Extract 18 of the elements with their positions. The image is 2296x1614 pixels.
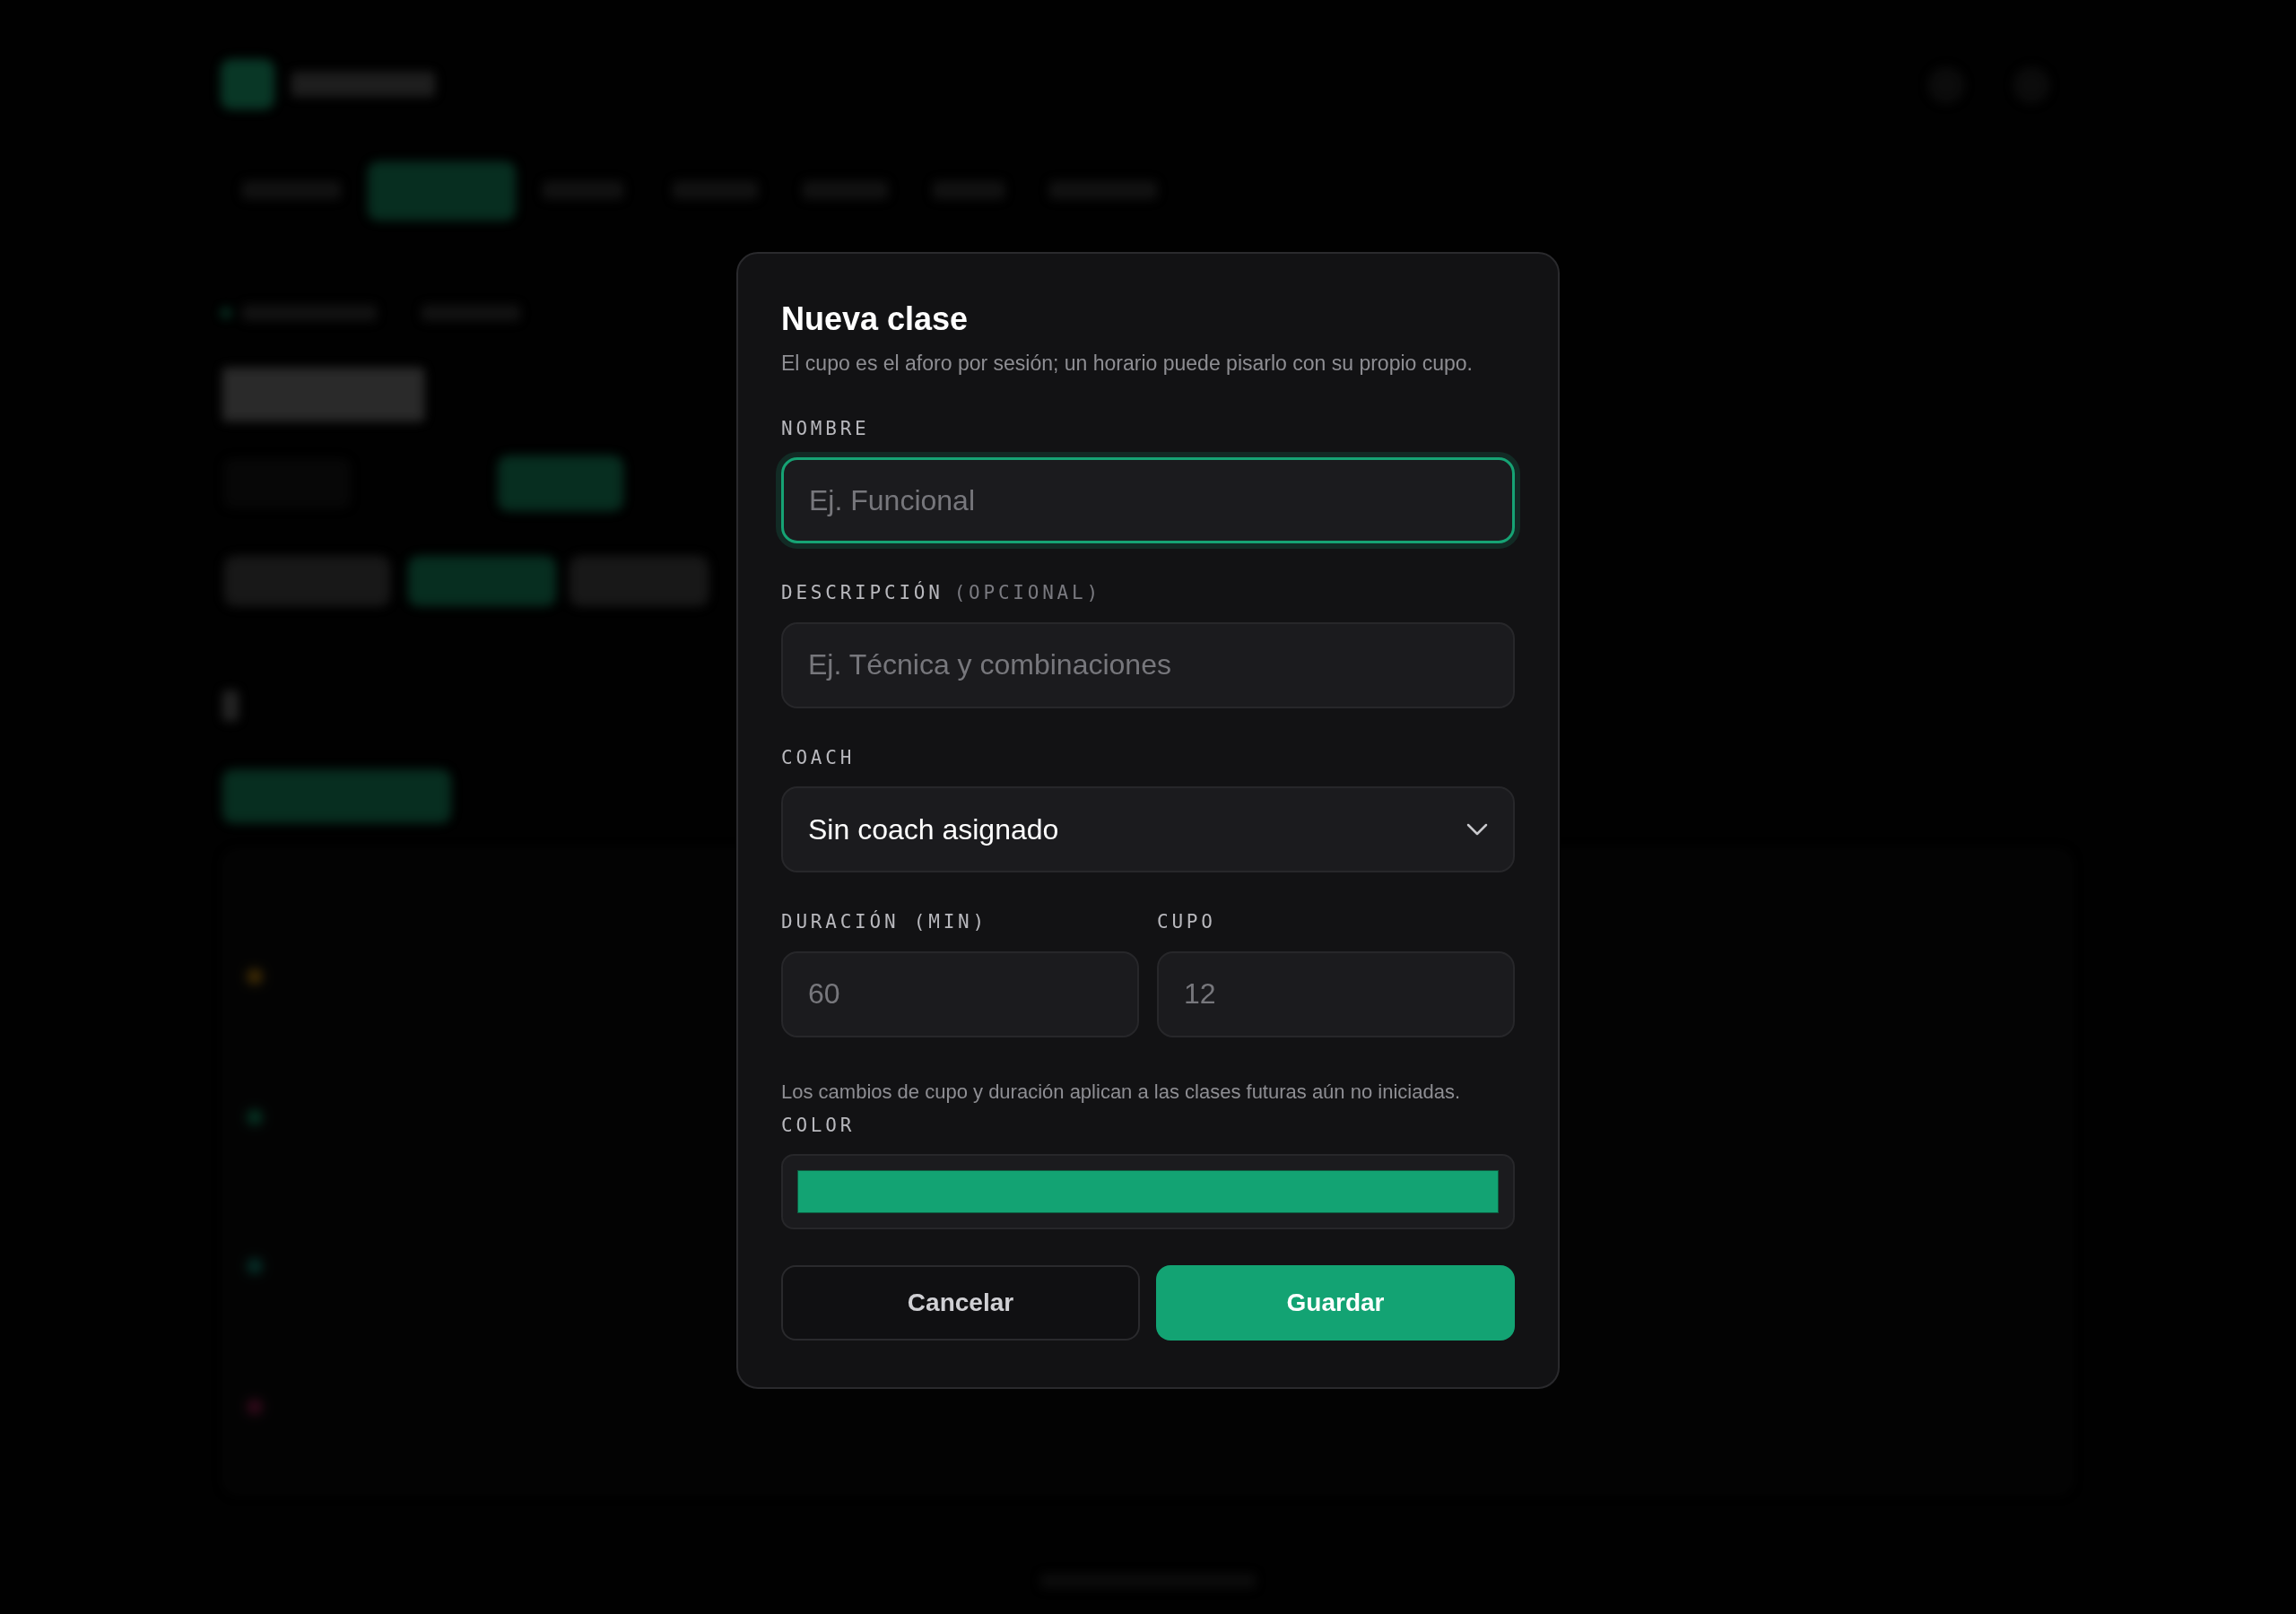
chevron-down-icon [1466,823,1488,836]
dialog-title: Nueva clase [781,299,970,339]
field-label: CUPO [1157,910,1216,934]
field-label: NOMBRE [781,416,870,441]
color-picker[interactable] [781,1154,1515,1229]
text-input[interactable]: 12 [1157,950,1515,1037]
text-input[interactable]: Ej. Funcional [781,457,1515,543]
dialog-subtitle: El cupo es el aforo por sesión; un horario puede pisarlo con su propio cupo. [781,351,1474,377]
field-label: DURACIÓN (MIN) [781,909,987,934]
field-label: COACH [781,745,856,770]
coach-select[interactable]: Sin coach asignado [781,786,1515,872]
field-label: DESCRIPCIÓN [781,580,944,605]
text-input[interactable]: 60 [781,950,1139,1037]
text-input[interactable]: Ej. Técnica y combinaciones [781,621,1515,708]
cancel-button[interactable]: Cancelar [781,1265,1140,1341]
help-note: Los cambios de cupo y duración aplican a las clases futuras aún no iniciadas. [781,1079,1461,1105]
optional-hint: (OPCIONAL) [953,581,1101,605]
field-label: COLOR [781,1113,856,1138]
